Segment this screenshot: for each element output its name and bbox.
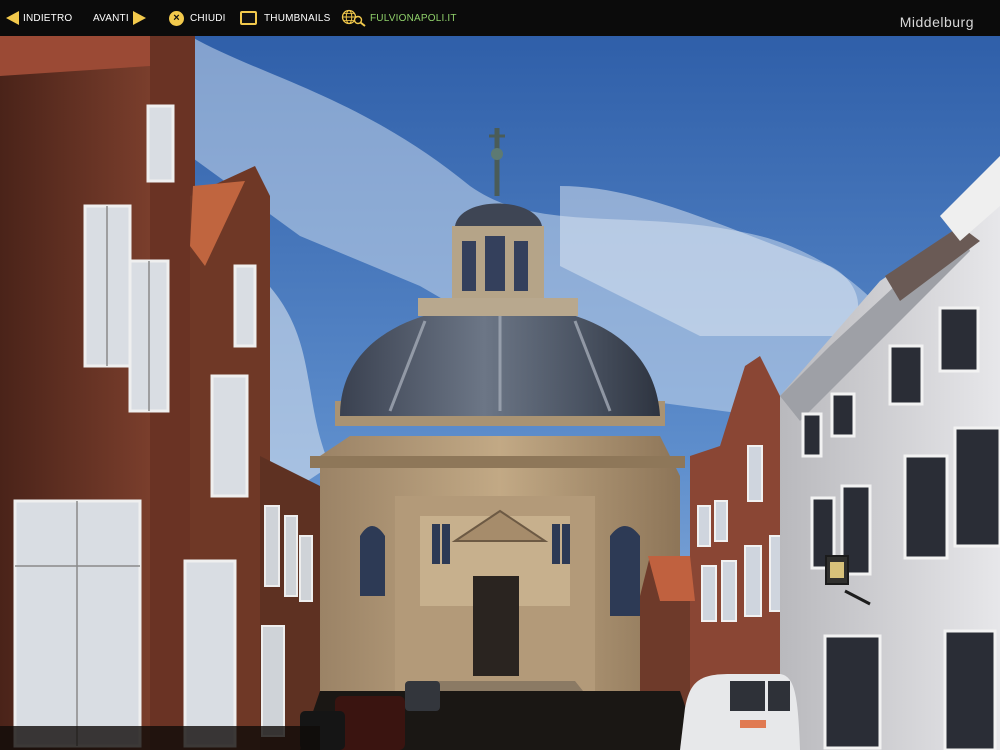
back-label: INDIETRO [23,12,73,24]
site-label: FULVIONAPOLI.IT [370,12,457,24]
thumbnails-label: THUMBNAILS [264,12,331,24]
back-button[interactable]: INDIETRO [6,0,72,36]
arrow-right-icon [132,11,146,25]
globe-search-icon [341,9,366,27]
arrow-left-icon [6,11,19,25]
page-title: Middelburg [899,14,974,30]
toolbar: INDIETRO AVANTI × CHIUDI THUMBNAILS FULV… [0,0,1000,36]
next-button[interactable]: AVANTI [93,0,146,36]
photo-view [0,36,1000,750]
next-label: AVANTI [93,12,129,24]
close-circle-icon: × [169,10,184,26]
close-button[interactable]: × CHIUDI [169,0,226,36]
church-photo [0,36,1000,750]
thumbnails-button[interactable]: THUMBNAILS [240,0,330,36]
site-link[interactable]: FULVIONAPOLI.IT [341,0,457,36]
thumbnails-icon [240,11,257,25]
close-label: CHIUDI [190,12,226,24]
